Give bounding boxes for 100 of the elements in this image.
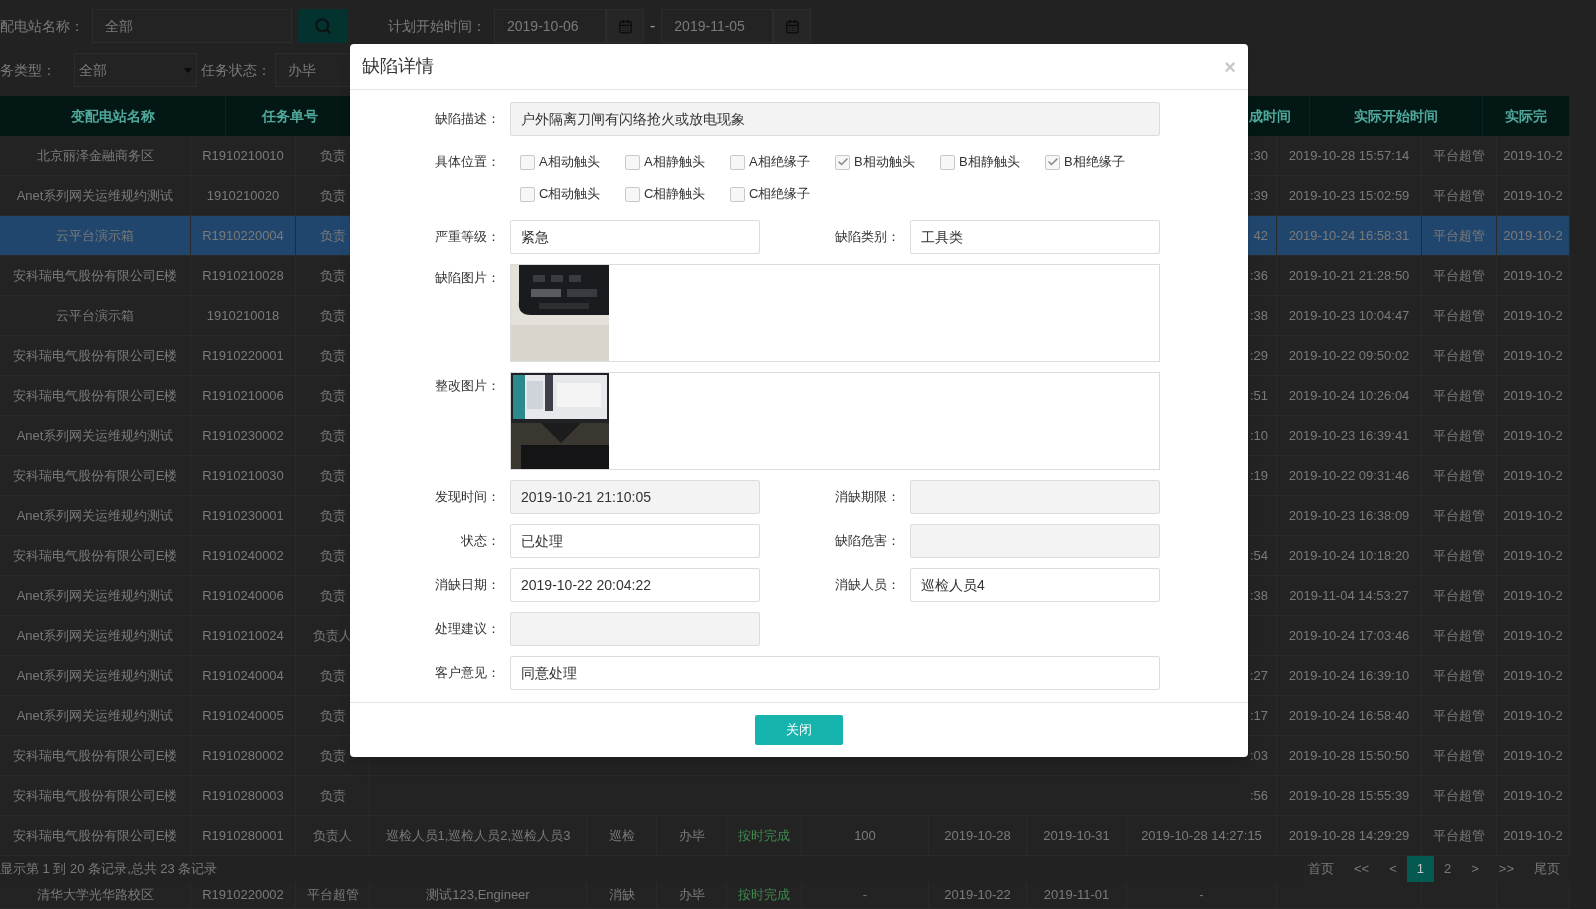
table-cell: R1910280001 (191, 816, 296, 855)
checkbox[interactable] (730, 154, 745, 170)
text-field[interactable]: 紧急 (510, 220, 760, 254)
table-cell: 安科瑞电气股份有限公司E楼 (0, 376, 191, 415)
table-cell: 安科瑞电气股份有限公司E楼 (0, 256, 191, 295)
station-field[interactable]: 全部 (92, 9, 292, 43)
table-cell: Anet系列网关运维规约测试 (0, 176, 191, 215)
page-button[interactable]: 1 (1406, 856, 1434, 882)
table-cell: 巡检 (587, 816, 657, 855)
table-cell: R1910230002 (191, 416, 296, 455)
table-cell: R1910240005 (191, 696, 296, 735)
field-label: 处理建议： (434, 620, 500, 639)
table-cell: 按时完成 (727, 816, 802, 855)
close-dialog-button[interactable]: 关闭 (755, 715, 843, 745)
table-cell: R1910220002 (191, 882, 296, 908)
table-cell: 平台超管 (1422, 816, 1497, 855)
filter-label: 务类型： (0, 60, 57, 80)
calendar-icon (617, 18, 633, 34)
table-cell: :56 (1127, 776, 1277, 815)
checkbox-label: B相动触头 (854, 153, 915, 172)
calendar-icon (784, 18, 800, 34)
table-cell: 2019-10-2 (1497, 296, 1570, 335)
table-cell: 安科瑞电气股份有限公司E楼 (0, 456, 191, 495)
record-summary: 显示第 1 到 20 条记录,总共 23 条记录 (0, 860, 218, 879)
date-separator: - (650, 16, 656, 36)
calendar-button[interactable] (606, 9, 644, 43)
table-cell: R1910240006 (191, 576, 296, 615)
table-cell: 2019-10-24 16:58:40 (1277, 696, 1422, 735)
table-cell: Anet系列网关运维规约测试 (0, 616, 191, 655)
table-cell: R1910280002 (191, 736, 296, 775)
table-cell: 100 (802, 816, 929, 855)
table-cell: 2019-10-28 15:57:14 (1277, 136, 1422, 175)
table-cell: 1910210018 (191, 296, 296, 335)
table-cell: 巡检人员1,巡检人员2,巡检人员3 (370, 816, 587, 855)
checkbox[interactable] (625, 154, 640, 170)
column-header: 实际完 (1505, 106, 1547, 126)
checkbox[interactable] (940, 154, 955, 170)
table-cell: 2019-10-28 14:29:29 (1277, 816, 1422, 855)
field-label: 缺陷描述： (434, 110, 500, 129)
table-cell: 2019-10-2 (1497, 496, 1570, 535)
table-cell: 平台超管 (1422, 576, 1497, 615)
checkbox[interactable] (520, 186, 535, 202)
table-cell: 2019-10-2 (1497, 736, 1570, 775)
table-cell: 平台超管 (1422, 536, 1497, 575)
field-label: 状态： (460, 532, 500, 551)
field-label: 缺陷图片： (434, 269, 500, 287)
table-cell: R1910280003 (191, 776, 296, 815)
field-label: 消缺期限： (834, 488, 900, 507)
checkbox[interactable] (625, 186, 640, 202)
table-cell: 平台超管 (1422, 736, 1497, 775)
table-cell: 2019-10-24 10:26:04 (1277, 376, 1422, 415)
table-cell: 平台超管 (1422, 136, 1497, 175)
checkbox-label: A相动触头 (539, 153, 600, 172)
check-icon (836, 156, 849, 168)
text-field[interactable]: 巡检人员4 (910, 568, 1160, 602)
table-cell: R1910210010 (191, 136, 296, 175)
table-cell: R1910210006 (191, 376, 296, 415)
table-cell: Anet系列网关运维规约测试 (0, 576, 191, 615)
text-field[interactable]: 工具类 (910, 220, 1160, 254)
search-button[interactable] (298, 9, 348, 43)
search-icon (314, 17, 332, 35)
table-cell: 2019-10-22 09:31:46 (1277, 456, 1422, 495)
checkbox-label: C相动触头 (539, 185, 601, 204)
table-cell: 2019-10-2 (1497, 696, 1570, 735)
table-cell: 2019-10-28 15:55:39 (1277, 776, 1422, 815)
date-field[interactable]: 2019-11-05 (661, 9, 774, 43)
table-cell: 平台超管 (1422, 176, 1497, 215)
table-cell: 平台超管 (1422, 696, 1497, 735)
date-field[interactable]: 2019-10-06 (494, 9, 606, 43)
text-field[interactable]: 2019-10-22 20:04:22 (510, 568, 760, 602)
check-icon (1046, 156, 1059, 168)
table-cell: 安科瑞电气股份有限公司E楼 (0, 536, 191, 575)
table-cell: 按时完成 (727, 882, 802, 908)
column-header: 变配电站名称 (70, 106, 155, 126)
text-field[interactable]: 已处理 (510, 524, 760, 558)
table-cell: R1910210028 (191, 256, 296, 295)
calendar-button[interactable] (773, 9, 812, 43)
table-cell: R1910230001 (191, 496, 296, 535)
checkbox[interactable] (1045, 154, 1060, 170)
table-cell: 2019-10-2 (1497, 776, 1570, 815)
checkbox-label: C相绝缘子 (749, 185, 811, 204)
checkbox[interactable] (730, 186, 745, 202)
table-cell: 平台超管 (1422, 456, 1497, 495)
field-label: 缺陷危害： (834, 532, 900, 551)
table-cell: 平台超管 (1422, 256, 1497, 295)
checkbox[interactable] (520, 154, 535, 170)
table-cell: 平台超管 (1422, 616, 1497, 655)
table-cell: Anet系列网关运维规约测试 (0, 656, 191, 695)
table-cell: 安科瑞电气股份有限公司E楼 (0, 776, 191, 815)
table-cell: 平台超管 (1422, 776, 1497, 815)
text-field[interactable]: 同意处理 (510, 656, 1160, 690)
field-label: 客户意见： (434, 664, 500, 683)
table-cell: 北京丽泽金融商务区 (0, 136, 191, 175)
table-cell: 2019-10-2 (1497, 816, 1570, 855)
task-type-select[interactable]: 全部 (74, 53, 197, 87)
table-cell: 2019-10-28 15:50:50 (1277, 736, 1422, 775)
table-cell: 2019-10-2 (1497, 136, 1570, 175)
table-cell: 消缺 (587, 882, 657, 908)
table-cell: R1910210030 (191, 456, 296, 495)
checkbox[interactable] (835, 154, 850, 170)
